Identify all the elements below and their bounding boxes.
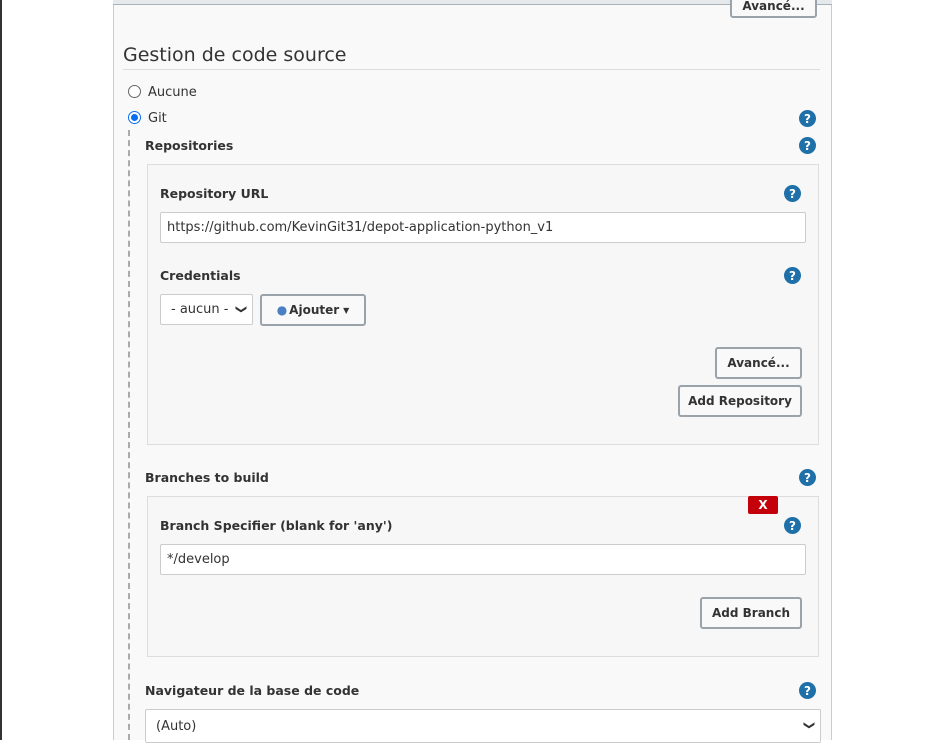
- git-section-border: [128, 130, 130, 740]
- select-value: (Auto): [156, 718, 197, 734]
- radio-git-label[interactable]: Git: [148, 111, 167, 126]
- input-value: https://github.com/KevinGit31/depot-appl…: [167, 220, 554, 235]
- repository-url-input[interactable]: https://github.com/KevinGit31/depot-appl…: [160, 212, 806, 243]
- button-label: Ajouter: [289, 303, 340, 317]
- section-title: Gestion de code source: [123, 44, 347, 66]
- branches-label: Branches to build: [145, 470, 269, 485]
- help-icon[interactable]: ?: [784, 185, 801, 202]
- delete-branch-button[interactable]: X: [748, 496, 778, 514]
- chevron-down-icon: ❯: [234, 304, 248, 314]
- help-icon[interactable]: ?: [784, 517, 801, 534]
- radio-aucune-label[interactable]: Aucune: [148, 85, 197, 100]
- branch-specifier-input[interactable]: */develop: [160, 544, 806, 575]
- top-advanced-button[interactable]: Avancé...: [730, 0, 817, 18]
- repositories-label: Repositories: [145, 138, 234, 153]
- credentials-select[interactable]: - aucun - ❯: [160, 294, 253, 325]
- divider: [123, 69, 820, 70]
- help-icon[interactable]: ?: [799, 110, 816, 127]
- input-value: */develop: [167, 552, 230, 567]
- repository-url-label: Repository URL: [160, 186, 269, 201]
- button-label: Avancé...: [727, 356, 790, 370]
- top-strip: [113, 0, 832, 5]
- help-icon[interactable]: ?: [799, 137, 816, 154]
- button-label: Add Branch: [711, 606, 790, 620]
- radio-git[interactable]: [128, 111, 141, 124]
- add-repository-button[interactable]: Add Repository: [678, 385, 802, 417]
- add-credentials-button[interactable]: ● Ajouter ▼: [260, 294, 366, 326]
- browser-select[interactable]: (Auto) ❯: [145, 709, 821, 743]
- radio-aucune[interactable]: [128, 85, 141, 98]
- select-value: - aucun -: [171, 302, 229, 317]
- button-label: Avancé...: [742, 0, 805, 13]
- key-icon: ●: [276, 303, 288, 317]
- help-icon[interactable]: ?: [799, 682, 816, 699]
- credentials-label: Credentials: [160, 268, 241, 283]
- branch-specifier-label: Branch Specifier (blank for 'any'): [160, 518, 393, 533]
- button-label: Add Repository: [688, 394, 792, 408]
- advanced-button[interactable]: Avancé...: [715, 347, 802, 379]
- window-edge: [0, 0, 2, 740]
- caret-down-icon: ▼: [343, 305, 350, 315]
- chevron-down-icon: ❯: [802, 720, 816, 730]
- help-icon[interactable]: ?: [784, 267, 801, 284]
- browser-label: Navigateur de la base de code: [145, 683, 360, 698]
- add-branch-button[interactable]: Add Branch: [700, 597, 802, 629]
- help-icon[interactable]: ?: [799, 469, 816, 486]
